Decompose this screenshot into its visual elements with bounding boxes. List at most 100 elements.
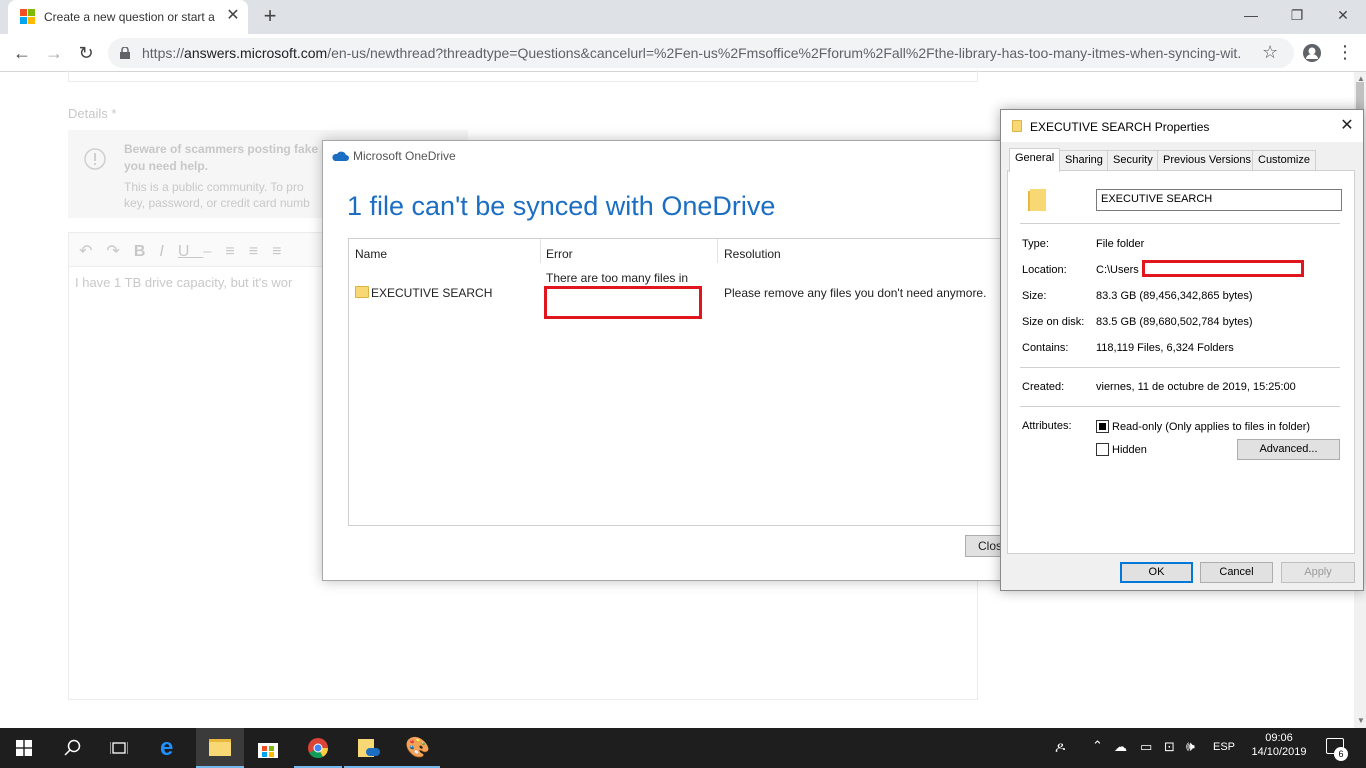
redaction-box [544, 286, 702, 319]
general-tab-panel: EXECUTIVE SEARCH Type: File folder Locat… [1007, 170, 1355, 554]
table-row[interactable]: EXECUTIVE SEARCH There are too many file… [349, 267, 1007, 323]
cancel-button[interactable]: Cancel [1200, 562, 1273, 583]
restore-icon[interactable]: ❐ [1274, 0, 1320, 30]
scroll-down-icon[interactable]: ▼ [1357, 716, 1365, 725]
details-label: Details * [68, 106, 117, 121]
divider [1020, 223, 1340, 224]
column-resolution[interactable]: Resolution [724, 247, 781, 261]
chrome-icon [308, 738, 329, 759]
folder-name-field[interactable]: EXECUTIVE SEARCH [1096, 189, 1342, 211]
tab-general[interactable]: General [1009, 148, 1061, 172]
properties-title: EXECUTIVE SEARCH Properties [1030, 120, 1210, 134]
size-on-disk-label: Size on disk: [1022, 316, 1085, 328]
column-name[interactable]: Name [355, 247, 387, 261]
paint-taskbar-button[interactable]: 🎨 [392, 728, 440, 768]
divider [1020, 406, 1340, 407]
profile-icon[interactable] [1302, 43, 1322, 63]
window-close-icon[interactable]: ✕ [1320, 0, 1366, 30]
row-error: There are too many files in [546, 271, 689, 285]
clock[interactable]: 09:06 14/10/2019 [1246, 732, 1312, 758]
battery-icon[interactable]: ▭ [1140, 739, 1152, 755]
advanced-button[interactable]: Advanced... [1237, 439, 1340, 460]
minimize-icon[interactable]: — [1228, 0, 1274, 30]
size-label: Size: [1022, 290, 1047, 302]
column-separator[interactable] [717, 239, 718, 263]
title-field-edge[interactable] [68, 70, 978, 82]
row-resolution: Please remove any files you don't need a… [724, 286, 987, 300]
properties-close-icon[interactable]: ✕ [1335, 115, 1359, 137]
size-value: 83.3 GB (89,456,342,865 bytes) [1096, 290, 1253, 302]
network-icon[interactable]: ⊡ [1164, 739, 1175, 755]
store-icon[interactable] [257, 737, 279, 759]
column-separator[interactable] [540, 239, 541, 263]
editor-toolbar-icons[interactable]: ↶↷BIU⎯≡≡≡ [79, 241, 295, 261]
browser-tabstrip: Create a new question or start a ✕ + — ❐… [0, 0, 1366, 34]
volume-icon[interactable]: 🕪 [1186, 738, 1195, 755]
file-explorer-taskbar-button[interactable] [196, 728, 244, 768]
menu-dots-icon[interactable]: ⋮ [1336, 42, 1354, 62]
row-file-name: EXECUTIVE SEARCH [371, 286, 493, 300]
created-label: Created: [1022, 381, 1065, 393]
people-icon[interactable]: ዶ [1055, 739, 1065, 756]
lock-icon [120, 47, 130, 59]
info-icon [84, 148, 106, 170]
tab-close-icon[interactable]: ✕ [224, 6, 242, 26]
forward-icon[interactable]: → [40, 39, 68, 67]
onedrive-badge-icon [366, 748, 380, 756]
column-error[interactable]: Error [546, 247, 573, 261]
created-value: viernes, 11 de octubre de 2019, 15:25:00 [1096, 381, 1296, 393]
sync-error-table: Name Error Resolution EXECUTIVE SEARCH T… [348, 238, 1008, 526]
task-view-icon[interactable] [110, 740, 128, 756]
notification-count: 6 [1334, 747, 1348, 761]
browser-tab[interactable]: Create a new question or start a ✕ [8, 0, 248, 34]
ok-button[interactable]: OK [1120, 562, 1193, 583]
location-label: Location: [1022, 264, 1067, 276]
clock-time: 09:06 [1265, 732, 1293, 744]
back-icon[interactable]: ← [8, 39, 36, 67]
readonly-checkbox[interactable] [1096, 420, 1109, 433]
new-tab-icon[interactable]: + [258, 4, 282, 28]
apply-button[interactable]: Apply [1281, 562, 1355, 583]
language-indicator[interactable]: ESP [1210, 741, 1238, 753]
folder-icon [1012, 120, 1022, 132]
contains-label: Contains: [1022, 342, 1069, 354]
onedrive-heading: 1 file can't be synced with OneDrive [347, 191, 776, 221]
warning-body-2: key, password, or credit card numb [124, 196, 310, 210]
onedrive-tray-icon[interactable]: ☁ [1114, 739, 1127, 755]
reload-icon[interactable]: ↻ [72, 39, 100, 67]
editor-text: I have 1 TB drive capacity, but it's wor [75, 275, 293, 290]
clock-date: 14/10/2019 [1251, 746, 1307, 758]
edge-icon[interactable]: e [160, 734, 173, 762]
size-on-disk-value: 83.5 GB (89,680,502,784 bytes) [1096, 316, 1253, 328]
address-bar[interactable]: https://answers.microsoft.com/en-us/newt… [108, 38, 1294, 68]
hidden-checkbox[interactable] [1096, 443, 1109, 456]
chrome-taskbar-button[interactable] [294, 728, 342, 768]
warning-title: Beware of scammers posting fake [124, 142, 319, 156]
tab-previous-versions[interactable]: Previous Versions [1157, 150, 1258, 170]
onedrive-title: Microsoft OneDrive [353, 149, 456, 163]
properties-dialog: EXECUTIVE SEARCH Properties ✕ General Sh… [1000, 109, 1364, 591]
tab-sharing[interactable]: Sharing [1059, 150, 1109, 170]
type-value: File folder [1096, 238, 1145, 250]
warning-body: This is a public community. To pro [124, 180, 304, 194]
windows-start-icon[interactable] [16, 740, 32, 756]
tab-customize[interactable]: Customize [1252, 150, 1316, 170]
type-label: Type: [1022, 238, 1049, 250]
tray-chevron-icon[interactable]: ⌃ [1092, 738, 1103, 754]
warning-title-2: you need help. [124, 159, 209, 173]
paint-palette-icon: 🎨 [405, 737, 430, 759]
folder-icon [355, 286, 369, 298]
location-value: C:\Users [1096, 264, 1139, 276]
browser-toolbar: ← → ↻ https://answers.microsoft.com/en-u… [0, 34, 1366, 72]
search-icon[interactable] [64, 739, 82, 757]
readonly-label: Read-only (Only applies to files in fold… [1112, 421, 1311, 433]
properties-titlebar: EXECUTIVE SEARCH Properties ✕ [1001, 110, 1363, 142]
attributes-label: Attributes: [1022, 420, 1072, 432]
url-text: https://answers.microsoft.com/en-us/newt… [142, 45, 1242, 61]
tab-security[interactable]: Security [1107, 150, 1159, 170]
microsoft-logo-icon [20, 9, 36, 25]
bookmark-star-icon[interactable]: ☆ [1262, 42, 1278, 63]
onedrive-taskbar-button[interactable] [344, 728, 392, 768]
hidden-label: Hidden [1112, 444, 1147, 456]
contains-value: 118,119 Files, 6,324 Folders [1096, 342, 1234, 354]
